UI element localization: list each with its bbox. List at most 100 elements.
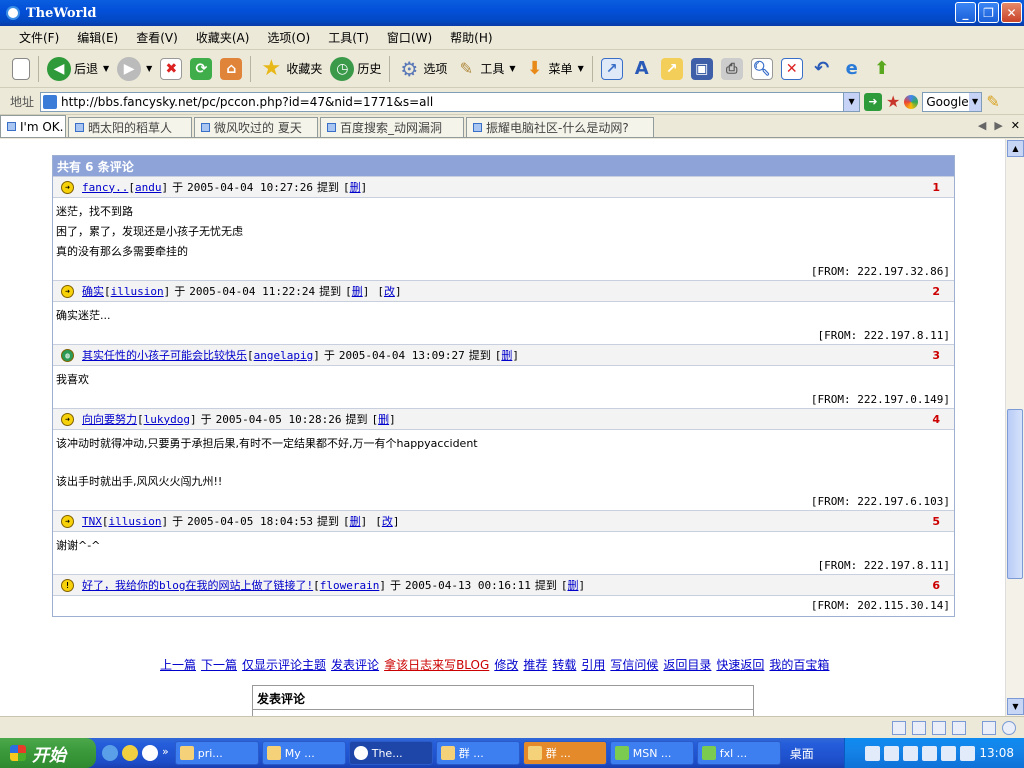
qq-penguin-icon[interactable] <box>122 745 138 761</box>
scroll-up-icon[interactable]: ▲ <box>1007 140 1024 157</box>
comment-user-link[interactable]: lukydog <box>144 413 190 426</box>
checkbox-icon[interactable] <box>982 720 996 735</box>
url-input[interactable]: http://bbs.fancysky.net/pc/pccon.php?id=… <box>40 91 861 112</box>
restore-button[interactable]: ❐ <box>978 2 999 23</box>
comment-title-link[interactable]: 好了，我给你的blog在我的网站上做了链接了! <box>82 577 313 593</box>
window-mode-icon[interactable] <box>892 720 906 735</box>
edit-link[interactable]: 改 <box>384 283 395 299</box>
comment-user-link[interactable]: angelapig <box>254 349 314 362</box>
tab-close-icon[interactable]: ✕ <box>1011 119 1020 132</box>
post-comment-link[interactable]: 发表评论 <box>331 656 379 673</box>
comment-user-link[interactable]: illusion <box>111 285 164 298</box>
task-button-msn[interactable]: MSN ... <box>609 741 694 765</box>
save-button[interactable]: ▣ <box>687 54 717 84</box>
maximize-page-button[interactable]: ↗ <box>597 54 627 84</box>
help-icon[interactable] <box>884 745 900 761</box>
tab-summer[interactable]: 微风吹过的 夏天 <box>194 117 318 137</box>
history-button[interactable]: ◷ 历史 <box>326 54 385 84</box>
desktop-toolbar-label[interactable]: 桌面 <box>790 745 814 762</box>
up-button[interactable]: ⬆ <box>867 54 897 84</box>
show-comment-titles-link[interactable]: 仅显示评论主题 <box>242 656 326 673</box>
add-favorite-icon[interactable]: ★ <box>886 92 900 111</box>
qq-tray-icon[interactable] <box>941 745 957 761</box>
input-method-icon[interactable] <box>865 745 881 761</box>
tab-prev-icon[interactable]: ◀ <box>978 119 986 132</box>
open-folder-button[interactable]: ↗ <box>657 54 687 84</box>
menu-tools[interactable]: 工具(T) <box>319 29 378 46</box>
preview-button[interactable]: 🔍︎ <box>747 54 777 84</box>
vertical-scrollbar[interactable]: ▲ ▼ <box>1005 139 1024 716</box>
tab-next-icon[interactable]: ▶ <box>994 119 1002 132</box>
volume-icon[interactable] <box>903 745 919 761</box>
minimize-button[interactable]: _ <box>955 2 976 23</box>
print-button[interactable]: ⎙ <box>717 54 747 84</box>
favorites-button[interactable]: ★ 收藏夹 <box>255 54 326 84</box>
close-page-button[interactable]: ✕ <box>777 54 807 84</box>
edit-link[interactable]: 改 <box>382 513 393 529</box>
screen-icon[interactable] <box>932 720 946 735</box>
comment-user-link[interactable]: flowerain <box>320 579 380 592</box>
quote-link[interactable]: 引用 <box>581 656 605 673</box>
back-to-index-link[interactable]: 返回目录 <box>663 656 711 673</box>
msn-tray-icon[interactable] <box>960 745 976 761</box>
back-button[interactable]: ◀ 后退 ▼ <box>43 54 113 84</box>
menu-window[interactable]: 窗口(W) <box>378 29 441 46</box>
search-engine-select[interactable]: Google ▼ <box>922 91 983 112</box>
forward-dropdown-icon[interactable]: ▼ <box>146 64 152 73</box>
next-post-link[interactable]: 下一篇 <box>201 656 237 673</box>
comment-user-link[interactable]: illusion <box>109 515 162 528</box>
undo-button[interactable]: ↶ <box>807 54 837 84</box>
go-icon[interactable]: ➜ <box>864 92 883 111</box>
globe-status-icon[interactable] <box>1002 720 1016 735</box>
delete-link[interactable]: 删 <box>350 513 361 529</box>
repost-link[interactable]: 转载 <box>552 656 576 673</box>
menu-help[interactable]: 帮助(H) <box>441 29 501 46</box>
options-button[interactable]: ⚙ 选项 <box>394 54 451 84</box>
pencil-icon[interactable]: ✎ <box>986 92 999 111</box>
comment-title-link[interactable]: fancy.. <box>82 181 128 194</box>
menu-options[interactable]: 选项(O) <box>258 29 319 46</box>
menu-favorites[interactable]: 收藏夹(A) <box>187 29 259 46</box>
delete-link[interactable]: 删 <box>501 347 512 363</box>
theworld-icon[interactable] <box>142 745 158 761</box>
menu-edit[interactable]: 编辑(E) <box>68 29 127 46</box>
task-button-theworld[interactable]: The... <box>348 741 433 765</box>
delete-link[interactable]: 删 <box>350 179 361 195</box>
treasure-box-link[interactable]: 我的百宝箱 <box>769 656 829 673</box>
write-letter-link[interactable]: 写信问候 <box>610 656 658 673</box>
tab-scarecrow[interactable]: 晒太阳的稻草人 <box>68 117 192 137</box>
tab-baidu-search[interactable]: 百度搜索_动网漏洞 <box>320 117 464 137</box>
delete-link[interactable]: 删 <box>378 411 389 427</box>
quick-return-link[interactable]: 快速返回 <box>716 656 764 673</box>
delete-link[interactable]: 删 <box>567 577 578 593</box>
tab-zhenyao-community[interactable]: 振耀电脑社区-什么是动网? <box>466 117 654 137</box>
recommend-link[interactable]: 推荐 <box>523 656 547 673</box>
comment-title-link[interactable]: 向向要努力 <box>82 411 137 427</box>
prev-post-link[interactable]: 上一篇 <box>160 656 196 673</box>
task-button-pri[interactable]: pri... <box>174 741 259 765</box>
quick-launch-chevron-icon[interactable]: » <box>162 745 169 761</box>
home-button[interactable]: ⌂ <box>216 54 246 84</box>
tools-button[interactable]: ✎ 工具 ▼ <box>451 54 519 84</box>
ie-button[interactable]: e <box>837 54 867 84</box>
menu-view[interactable]: 查看(V) <box>127 29 187 46</box>
menu-button[interactable]: ⬇ 菜单 ▼ <box>520 54 588 84</box>
edit-link[interactable]: 修改 <box>494 656 518 673</box>
comment-title-link[interactable]: 确实 <box>82 283 104 299</box>
refresh-button[interactable]: ⟳ <box>186 54 216 84</box>
stop-button[interactable]: ✖ <box>156 54 186 84</box>
menu-file[interactable]: 文件(F) <box>10 29 68 46</box>
start-button[interactable]: 开始 <box>0 738 96 768</box>
task-button-my[interactable]: My ... <box>261 741 346 765</box>
url-text[interactable]: http://bbs.fancysky.net/pc/pccon.php?id=… <box>61 95 843 109</box>
delete-link[interactable]: 删 <box>352 283 363 299</box>
new-page-button[interactable] <box>8 54 34 84</box>
network-icon[interactable] <box>922 745 938 761</box>
comment-title-link[interactable]: 其实任性的小孩子可能会比较快乐 <box>82 347 247 363</box>
task-button-group-1[interactable]: 群 ... <box>435 741 520 765</box>
plus-icon[interactable] <box>952 720 966 735</box>
messenger-icon[interactable] <box>102 745 118 761</box>
scroll-down-icon[interactable]: ▼ <box>1007 698 1024 715</box>
font-button[interactable]: A <box>627 54 657 84</box>
scroll-thumb[interactable] <box>1007 409 1023 579</box>
